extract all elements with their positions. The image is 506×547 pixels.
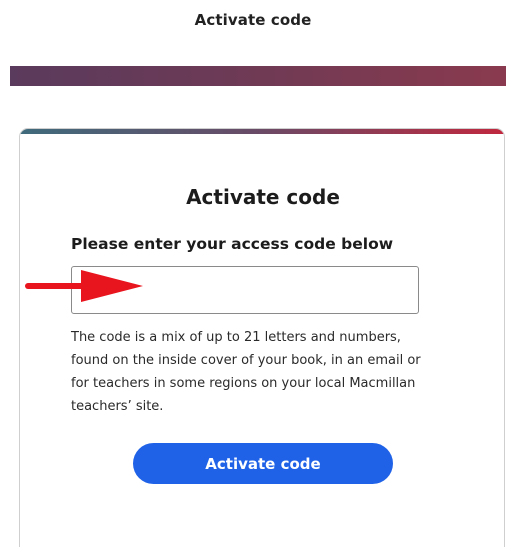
page-title: Activate code xyxy=(194,11,312,29)
page: Activate code Activate code Please enter… xyxy=(0,0,506,547)
access-code-label: Please enter your access code below xyxy=(71,235,394,253)
header-banner xyxy=(10,66,506,86)
card-accent-strip xyxy=(20,129,504,134)
activate-code-button[interactable]: Activate code xyxy=(133,443,393,484)
activate-code-card: Activate code Please enter your access c… xyxy=(19,128,505,547)
access-code-help-text: The code is a mix of up to 21 letters an… xyxy=(71,330,421,414)
red-arrow-icon xyxy=(25,270,143,302)
card-title: Activate code xyxy=(186,185,340,209)
